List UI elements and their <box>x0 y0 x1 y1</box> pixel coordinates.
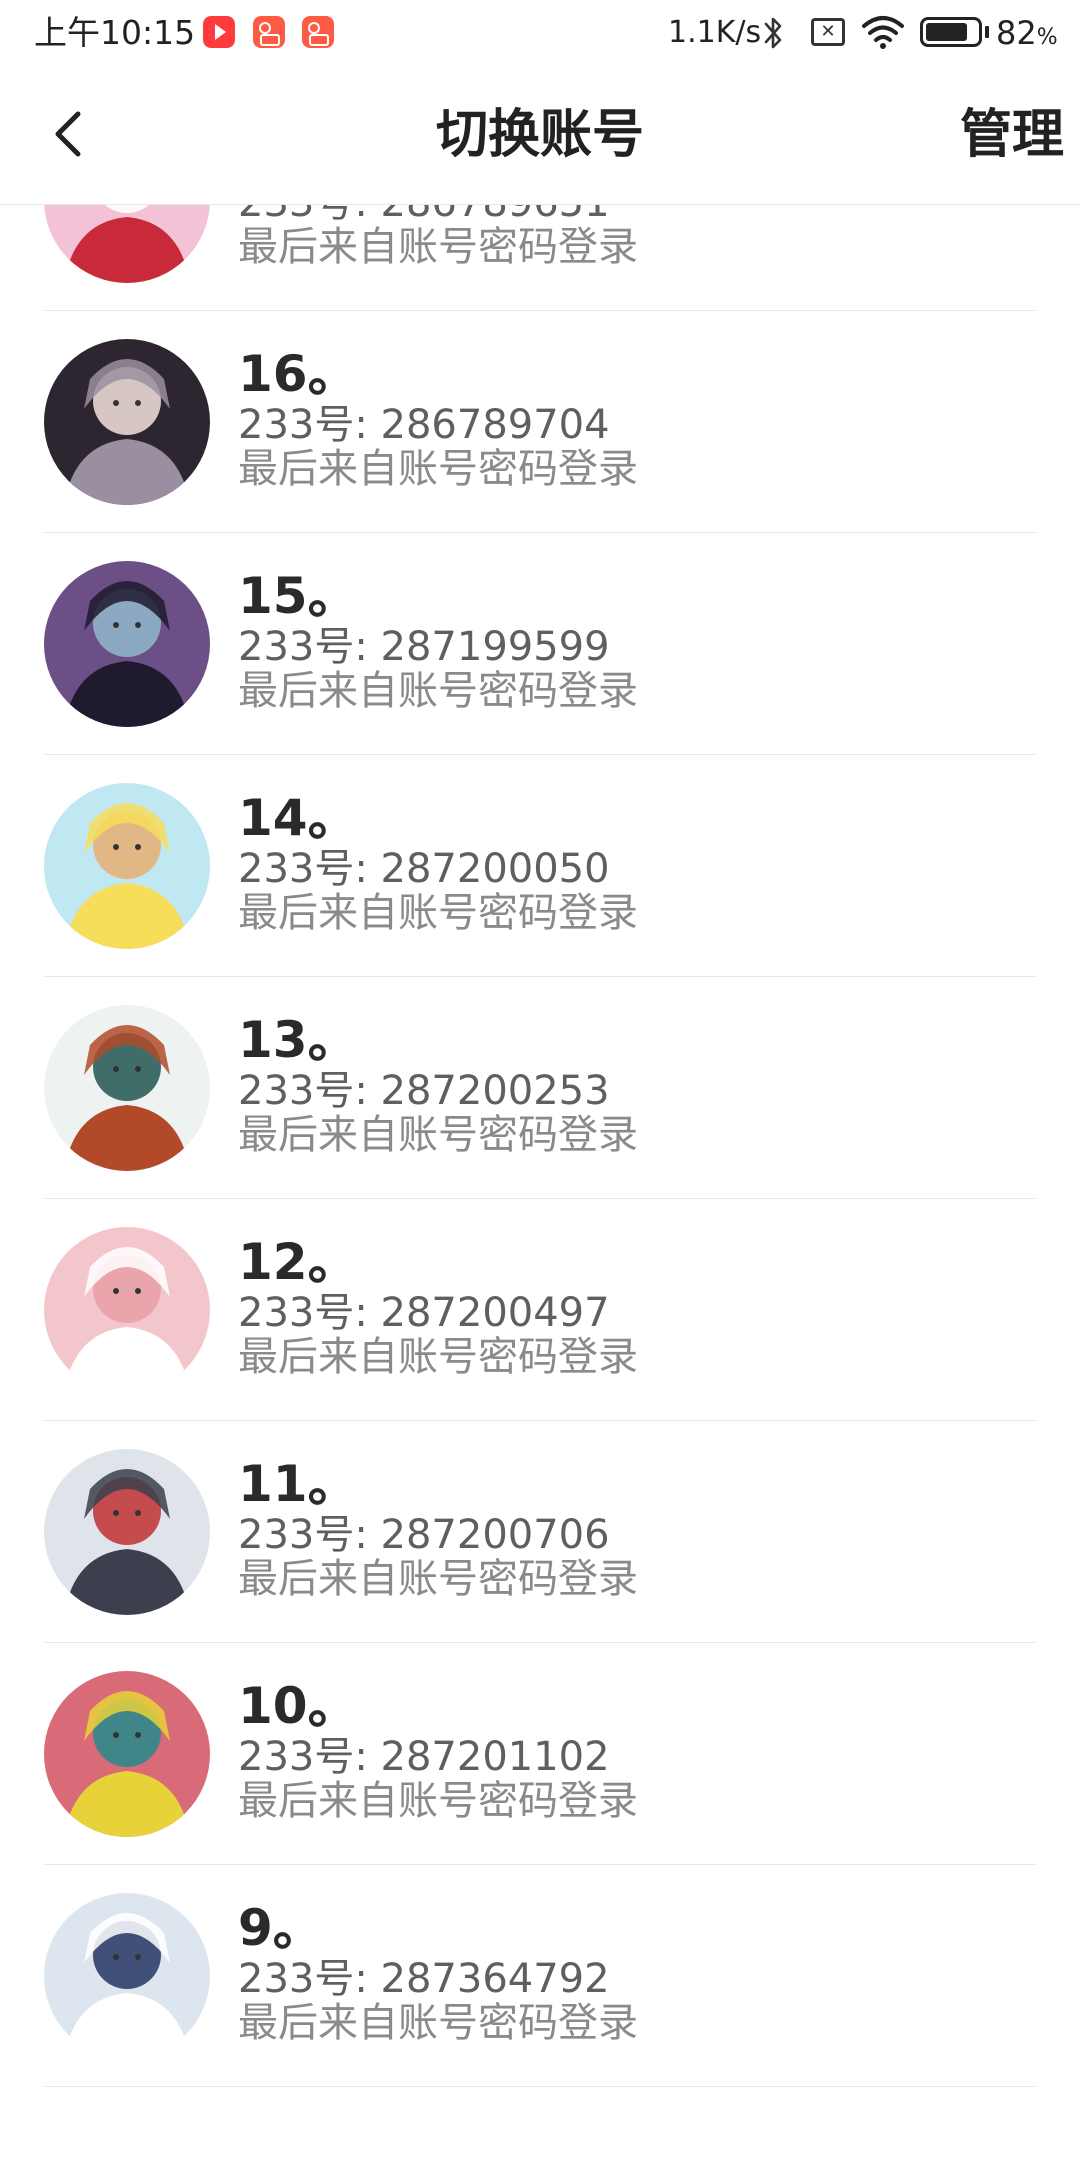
avatar <box>44 783 210 949</box>
account-list-item[interactable]: 14。 233号: 287200050 最后来自账号密码登录 <box>0 755 1080 977</box>
account-login-method: 最后来自账号密码登录 <box>238 2000 638 2046</box>
account-id: 233号: 287200050 <box>238 846 610 892</box>
avatar <box>44 1893 210 2059</box>
page-title: 切换账号 <box>435 105 644 165</box>
battery-icon <box>920 17 982 47</box>
no-sim-icon: ✕ <box>811 18 845 46</box>
account-name: 15。 <box>238 567 358 625</box>
account-list[interactable]: 17。 233号: 286789651 最后来自账号密码登录 16。 233号:… <box>0 205 1080 2160</box>
account-login-method: 最后来自账号密码登录 <box>238 224 638 270</box>
avatar-image <box>44 1005 210 1171</box>
avatar-image <box>44 561 210 727</box>
avatar <box>44 561 210 727</box>
account-id: 233号: 287200706 <box>238 1512 610 1558</box>
avatar <box>44 1227 210 1393</box>
account-id: 233号: 287199599 <box>238 624 610 670</box>
account-login-method: 最后来自账号密码登录 <box>238 1556 638 1602</box>
account-list-item[interactable]: 17。 233号: 286789651 最后来自账号密码登录 <box>0 205 1080 311</box>
account-login-method: 最后来自账号密码登录 <box>238 446 638 492</box>
status-time: 上午10:15 <box>34 13 196 52</box>
account-name: 12。 <box>238 1233 358 1291</box>
kuaishou-icon <box>253 16 285 48</box>
account-id: 233号: 287364792 <box>238 1956 610 2002</box>
account-name: 14。 <box>238 789 358 847</box>
network-speed: 1.1K/s <box>668 15 762 50</box>
account-list-item[interactable]: 9。 233号: 287364792 最后来自账号密码登录 <box>0 1865 1080 2087</box>
account-name: 16。 <box>238 345 358 403</box>
wifi-icon <box>862 16 904 49</box>
account-switch-screen: 上午10:15 1.1K/s ✕ 82% 切换账号 管理 17。 233号: <box>0 0 1080 2160</box>
status-bar: 上午10:15 1.1K/s ✕ 82% <box>0 0 1080 66</box>
avatar-image <box>44 783 210 949</box>
avatar-image <box>44 339 210 505</box>
kuaishou-icon <box>302 16 334 48</box>
account-login-method: 最后来自账号密码登录 <box>238 1334 638 1380</box>
account-name: 10。 <box>238 1677 358 1735</box>
account-login-method: 最后来自账号密码登录 <box>238 1778 638 1824</box>
account-id: 233号: 287200497 <box>238 1290 610 1336</box>
account-list-item[interactable]: 16。 233号: 286789704 最后来自账号密码登录 <box>0 311 1080 533</box>
avatar-image <box>44 1227 210 1393</box>
avatar-image <box>44 1449 210 1615</box>
battery-cap <box>985 26 989 38</box>
account-login-method: 最后来自账号密码登录 <box>238 1112 638 1158</box>
account-list-item[interactable]: 11。 233号: 287200706 最后来自账号密码登录 <box>0 1421 1080 1643</box>
account-name: 9。 <box>238 1899 323 1957</box>
avatar-image <box>44 1671 210 1837</box>
account-login-method: 最后来自账号密码登录 <box>238 668 638 714</box>
avatar <box>44 339 210 505</box>
account-list-item[interactable]: 13。 233号: 287200253 最后来自账号密码登录 <box>0 977 1080 1199</box>
top-app-bar: 切换账号 管理 <box>0 66 1080 205</box>
account-id: 233号: 287200253 <box>238 1068 610 1114</box>
avatar <box>44 1005 210 1171</box>
avatar-image <box>44 205 210 283</box>
account-list-item[interactable]: 10。 233号: 287201102 最后来自账号密码登录 <box>0 1643 1080 1865</box>
account-name: 11。 <box>238 1455 358 1513</box>
avatar <box>44 1449 210 1615</box>
account-id: 233号: 286789704 <box>238 402 610 448</box>
youtube-icon <box>203 16 235 48</box>
avatar <box>44 205 210 283</box>
avatar-image <box>44 1893 210 2059</box>
bluetooth-icon <box>764 17 782 49</box>
manage-button[interactable]: 管理 <box>960 104 1064 166</box>
avatar <box>44 1671 210 1837</box>
account-name: 13。 <box>238 1011 358 1069</box>
account-list-item[interactable]: 12。 233号: 287200497 最后来自账号密码登录 <box>0 1199 1080 1421</box>
account-login-method: 最后来自账号密码登录 <box>238 890 638 936</box>
battery-percent: 82% <box>996 14 1058 52</box>
divider <box>44 2086 1036 2087</box>
account-id: 233号: 287201102 <box>238 1734 610 1780</box>
account-list-item[interactable]: 15。 233号: 287199599 最后来自账号密码登录 <box>0 533 1080 755</box>
battery-level <box>926 23 967 41</box>
